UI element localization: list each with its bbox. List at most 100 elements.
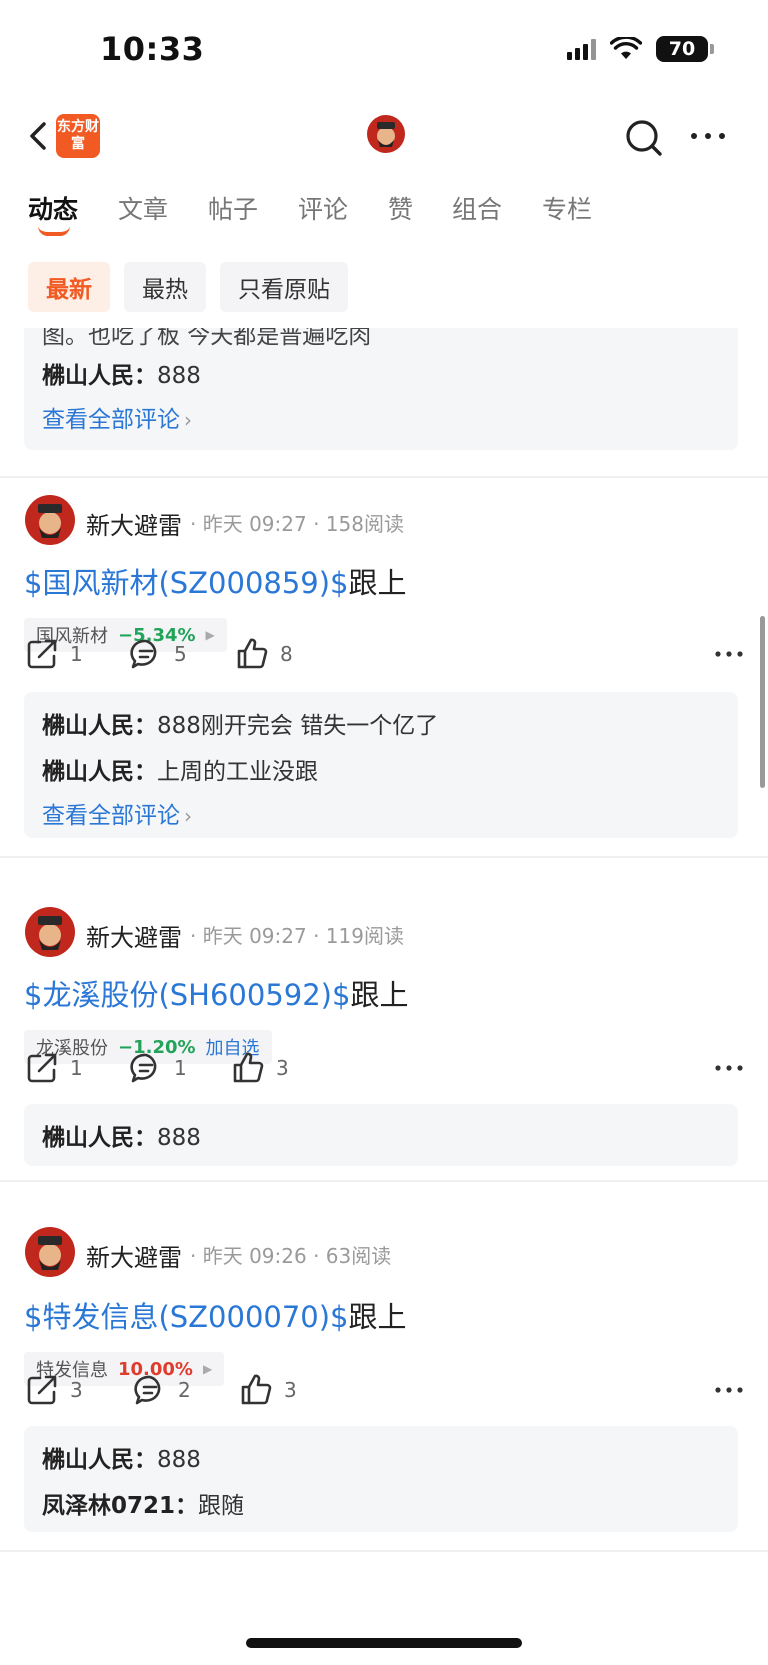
comment-box: 梻山人民：888	[24, 1104, 738, 1166]
like-count: 8	[280, 642, 293, 666]
divider	[0, 856, 768, 858]
filter-latest[interactable]: 最新	[28, 262, 110, 312]
comment-button[interactable]: 1	[128, 1050, 187, 1086]
post-title[interactable]: $龙溪股份(SH600592)$跟上	[24, 972, 408, 1014]
top-nav: 东方财富	[0, 100, 768, 172]
tab-posts[interactable]: 帖子	[208, 190, 258, 226]
app-logo[interactable]: 东方财富	[56, 114, 100, 158]
view-all-comments-link[interactable]: 查看全部评论 ›	[42, 796, 192, 830]
share-button[interactable]: 1	[24, 636, 83, 672]
comment-button[interactable]: 5	[128, 636, 187, 672]
thumbs-up-icon	[233, 1052, 264, 1083]
comment-text: 上周的工业没跟	[157, 759, 318, 785]
battery-icon: 70	[656, 36, 714, 62]
like-count: 3	[284, 1378, 297, 1402]
share-button[interactable]: 1	[24, 1050, 83, 1086]
comment-text: 888	[157, 1447, 201, 1473]
comment-count: 5	[174, 642, 187, 666]
post-more-icon[interactable]	[714, 1378, 744, 1402]
view-all-label: 查看全部评论	[42, 407, 180, 433]
like-button[interactable]: 8	[234, 636, 293, 672]
thumbs-up-icon	[237, 638, 268, 669]
stock-ticker-link[interactable]: $国风新材(SZ000859)$	[24, 566, 349, 600]
stock-ticker-link[interactable]: $特发信息(SZ000070)$	[24, 1300, 349, 1334]
battery-level: 70	[668, 38, 696, 60]
tab-portfolio[interactable]: 组合	[452, 190, 502, 226]
tab-articles[interactable]: 文章	[118, 190, 168, 226]
post-more-icon[interactable]	[714, 1056, 744, 1080]
status-icons: 70	[567, 36, 714, 62]
share-icon	[27, 1375, 57, 1405]
share-count: 3	[70, 1378, 83, 1402]
comment-line: 梻山人民：888刚开完会 错失一个亿了	[42, 706, 438, 740]
home-indicator[interactable]	[246, 1638, 522, 1648]
post-text: 跟上	[348, 566, 407, 600]
author-avatar[interactable]	[24, 494, 76, 546]
author-name[interactable]: 新大避雷	[86, 506, 182, 541]
divider	[0, 476, 768, 478]
user-avatar[interactable]	[366, 114, 406, 154]
comment-icon	[130, 1053, 157, 1083]
tab-columns[interactable]: 专栏	[542, 190, 592, 226]
like-count: 3	[276, 1056, 289, 1080]
wifi-icon	[610, 37, 642, 59]
comment-line: 梻山人民：上周的工业没跟	[42, 752, 318, 786]
tab-dynamics[interactable]: 动态	[28, 190, 78, 226]
back-arrow-icon[interactable]	[22, 118, 58, 154]
comment-user[interactable]: 梻山人民：	[42, 1125, 157, 1151]
comment-user[interactable]: 凤泽林0721：	[42, 1493, 198, 1519]
tab-comments[interactable]: 评论	[298, 190, 348, 226]
share-button[interactable]: 3	[24, 1372, 83, 1408]
comment-text: 跟随	[198, 1493, 245, 1519]
post-meta: · 昨天 09:27 · 119阅读	[190, 924, 404, 948]
comment-line: 梻山人民：888	[42, 1440, 201, 1474]
cellular-signal-icon	[567, 38, 596, 60]
author-avatar[interactable]	[24, 1226, 76, 1278]
comment-user[interactable]: 梻山人民：	[42, 713, 157, 739]
like-button[interactable]: 3	[230, 1050, 289, 1086]
author-avatar[interactable]	[24, 906, 76, 958]
comment-user[interactable]: 梻山人民：	[42, 759, 157, 785]
comment-text: 888	[157, 1125, 201, 1151]
comment-count: 2	[178, 1378, 191, 1402]
share-icon	[27, 1053, 57, 1083]
post-meta: · 昨天 09:27 · 158阅读	[190, 512, 404, 536]
comment-line: 梻山人民：888	[42, 356, 201, 390]
view-all-label: 查看全部评论	[42, 803, 180, 829]
comment-count: 1	[174, 1056, 187, 1080]
comment-box: 梻山人民：888刚开完会 错失一个亿了 梻山人民：上周的工业没跟 查看全部评论 ›	[24, 692, 738, 838]
post-more-icon[interactable]	[714, 642, 744, 666]
stock-ticker-link[interactable]: $龙溪股份(SH600592)$	[24, 978, 350, 1012]
like-button[interactable]: 3	[238, 1372, 297, 1408]
search-icon[interactable]	[622, 116, 666, 160]
filter-hottest[interactable]: 最热	[124, 262, 206, 312]
chevron-right-icon: ›	[184, 408, 192, 432]
filter-chips: 最新 最热 只看原贴	[28, 262, 348, 312]
post-card: 新大避雷 · 昨天 09:27 · 119阅读	[0, 906, 768, 966]
scrollbar[interactable]	[760, 616, 765, 788]
post-actions: 1 5 8	[24, 636, 744, 676]
view-all-comments-link[interactable]: 查看全部评论 ›	[42, 400, 192, 434]
comment-text: 888	[157, 363, 201, 389]
comment-user[interactable]: 梻山人民：	[42, 363, 157, 389]
post-actions: 1 1 3	[24, 1050, 744, 1090]
divider	[0, 1180, 768, 1182]
author-name[interactable]: 新大避雷	[86, 918, 182, 953]
chevron-right-icon: ›	[184, 804, 192, 828]
post-card: 新大避雷 · 昨天 09:26 · 63阅读	[0, 1226, 768, 1286]
thumbs-up-icon	[241, 1374, 272, 1405]
truncated-comment-text: 图。也吃了板 今天都是普遍吃肉	[42, 328, 372, 349]
comment-button[interactable]: 2	[132, 1372, 191, 1408]
post-title[interactable]: $特发信息(SZ000070)$跟上	[24, 1294, 407, 1336]
comment-icon	[134, 1375, 161, 1405]
active-tab-indicator	[38, 226, 70, 236]
more-icon[interactable]	[686, 118, 730, 154]
share-count: 1	[70, 642, 83, 666]
divider	[0, 1550, 768, 1552]
tab-likes[interactable]: 赞	[388, 190, 413, 226]
comment-line: 凤泽林0721：跟随	[42, 1486, 244, 1520]
post-title[interactable]: $国风新材(SZ000859)$跟上	[24, 560, 407, 602]
author-name[interactable]: 新大避雷	[86, 1238, 182, 1273]
comment-user[interactable]: 梻山人民：	[42, 1447, 157, 1473]
filter-original-only[interactable]: 只看原贴	[220, 262, 348, 312]
